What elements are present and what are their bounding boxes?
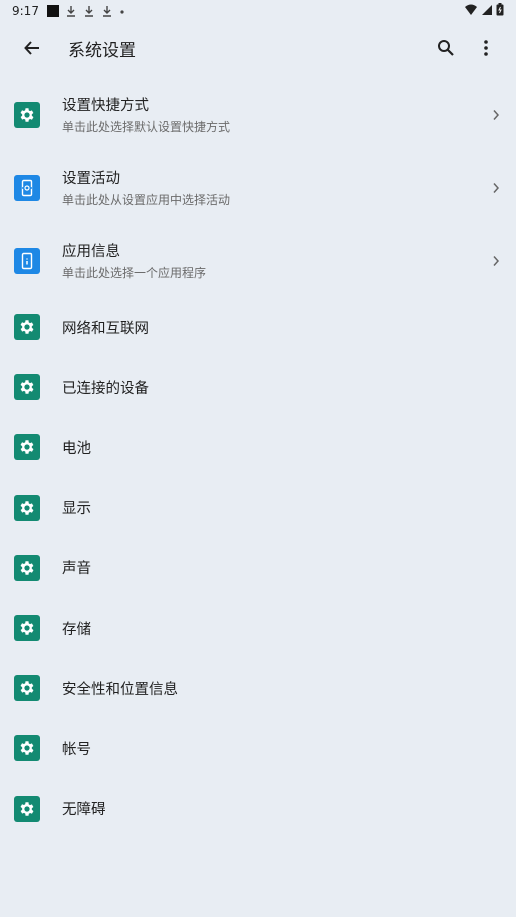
arrow-back-icon bbox=[24, 41, 39, 55]
item-label: 应用信息 bbox=[62, 244, 120, 260]
dot-icon bbox=[119, 5, 125, 17]
item-label: 电池 bbox=[62, 440, 91, 457]
item-label: 设置活动 bbox=[62, 171, 120, 187]
chevron-right-icon bbox=[480, 109, 500, 121]
gear-icon bbox=[14, 554, 40, 581]
signal-icon bbox=[481, 4, 493, 19]
gear-icon bbox=[14, 314, 40, 341]
list-item-settings-activity[interactable]: 设置活动 单击此处从设置应用中选择活动 bbox=[0, 151, 516, 224]
status-time: 9:17 bbox=[12, 4, 39, 18]
battery-icon bbox=[496, 3, 504, 19]
list-item-battery[interactable]: 电池 bbox=[0, 417, 516, 477]
search-button[interactable] bbox=[426, 28, 466, 68]
gear-icon bbox=[14, 374, 40, 401]
item-label: 设置快捷方式 bbox=[62, 98, 149, 114]
item-subtitle: 单击此处从设置应用中选择活动 bbox=[62, 193, 231, 207]
download-icon bbox=[101, 5, 113, 17]
list-item-accessibility[interactable]: 无障碍 bbox=[0, 779, 516, 839]
phone-info-icon bbox=[14, 247, 40, 274]
list-item-network[interactable]: 网络和互联网 bbox=[0, 297, 516, 357]
list-item-security-location[interactable]: 安全性和位置信息 bbox=[0, 658, 516, 718]
item-label: 网络和互联网 bbox=[62, 320, 149, 337]
gear-icon bbox=[14, 434, 40, 461]
list-item-display[interactable]: 显示 bbox=[0, 478, 516, 538]
list-item-accounts[interactable]: 帐号 bbox=[0, 718, 516, 778]
more-options-button[interactable] bbox=[466, 28, 506, 68]
back-button[interactable] bbox=[12, 28, 52, 68]
item-label: 帐号 bbox=[62, 741, 91, 758]
download-icon bbox=[83, 5, 95, 17]
list-item-storage[interactable]: 存储 bbox=[0, 598, 516, 658]
item-label: 声音 bbox=[62, 561, 91, 578]
chevron-right-icon bbox=[480, 182, 500, 194]
phone-settings-icon bbox=[14, 174, 40, 201]
page-title: 系统设置 bbox=[68, 40, 136, 61]
gear-icon bbox=[14, 494, 40, 521]
item-label: 安全性和位置信息 bbox=[62, 681, 178, 698]
search-icon bbox=[438, 40, 454, 56]
item-label: 显示 bbox=[62, 501, 91, 518]
item-subtitle: 单击此处选择一个应用程序 bbox=[62, 266, 207, 280]
app-bar: 系统设置 bbox=[0, 22, 516, 74]
download-icon bbox=[65, 5, 77, 17]
gear-icon bbox=[14, 735, 40, 762]
list-item-app-info[interactable]: 应用信息 单击此处选择一个应用程序 bbox=[0, 224, 516, 297]
more-vert-icon bbox=[484, 40, 488, 56]
list-item-sound[interactable]: 声音 bbox=[0, 538, 516, 598]
item-label: 无障碍 bbox=[62, 802, 106, 819]
item-subtitle: 单击此处选择默认设置快捷方式 bbox=[62, 120, 231, 134]
list-item-settings-shortcut[interactable]: 设置快捷方式 单击此处选择默认设置快捷方式 bbox=[0, 78, 516, 151]
status-bar: 9:17 bbox=[0, 0, 516, 22]
chevron-right-icon bbox=[480, 255, 500, 267]
gear-icon bbox=[14, 675, 40, 702]
wifi-icon bbox=[464, 4, 478, 19]
item-label: 已连接的设备 bbox=[62, 380, 149, 397]
list-item-connected-devices[interactable]: 已连接的设备 bbox=[0, 357, 516, 417]
item-label: 存储 bbox=[62, 621, 91, 638]
gear-icon bbox=[14, 101, 40, 128]
gear-icon bbox=[14, 795, 40, 822]
notification-square-icon bbox=[46, 5, 59, 17]
gear-icon bbox=[14, 615, 40, 642]
settings-list: 设置快捷方式 单击此处选择默认设置快捷方式 设置活动 单击此处从设置应用中选择活… bbox=[0, 78, 516, 839]
